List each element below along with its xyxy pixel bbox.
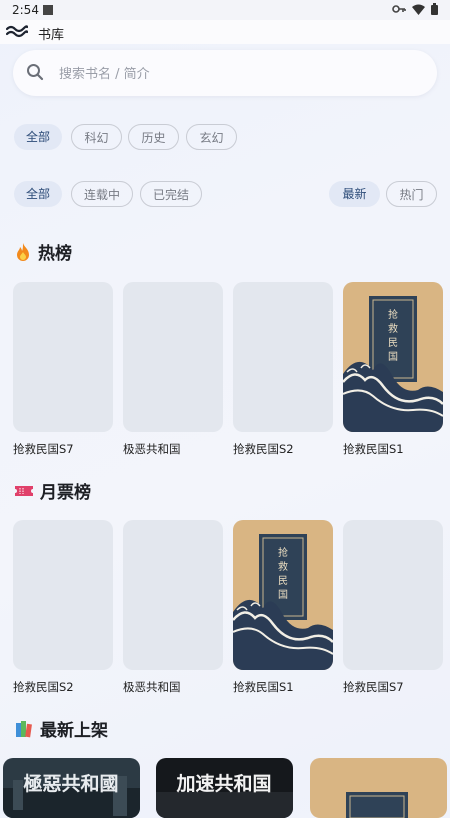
section-title-latest-label: 最新上架 [40,721,108,741]
vpn-key-icon [392,5,406,13]
book-title: 抢救民国S7 [13,442,74,456]
cover-text: 民 [388,337,398,349]
status-chip-all[interactable]: 全部 [14,181,62,207]
status-chip-ongoing[interactable]: 连载中 [71,181,133,207]
search-input[interactable] [57,62,421,86]
fire-icon [17,242,29,261]
cover-text: 加速共和国 [175,772,271,795]
book-title: 抢救民国S1 [343,442,404,456]
book-card[interactable]: 極惡共和國 [3,758,140,818]
genre-chip-history[interactable]: 历史 [128,124,179,150]
section-title-monthly: 月票榜 [14,478,91,503]
book-card[interactable]: 抢救民国S2 [13,520,113,695]
book-card[interactable]: 抢救民国S7 [343,520,443,695]
book-cover-placeholder [343,520,443,670]
book-card[interactable]: 加速共和国 [156,758,293,818]
book-title: 抢救民国S1 [233,680,294,694]
status-chip-completed[interactable]: 已完结 [140,181,202,207]
genre-chip-fantasy[interactable]: 玄幻 [186,124,237,150]
book-title: 抢救民国S2 [13,680,74,694]
section-title-latest: 最新上架 [14,716,108,741]
book-card[interactable]: 抢救民国S2 [233,282,333,457]
cover-text: 国 [278,589,288,601]
app-bar: 书库 [0,20,450,44]
genre-chip-scifi[interactable]: 科幻 [71,124,122,150]
notification-icon [43,5,53,15]
book-title: 极恶共和国 [123,680,181,694]
app-title: 书库 [38,28,65,43]
section-title-hot-label: 热榜 [38,244,72,264]
cover-text: 抢 [388,308,398,321]
search-icon [27,64,44,81]
book-cover-placeholder [123,282,223,432]
search-bar[interactable] [13,50,437,96]
genre-chip-all[interactable]: 全部 [14,124,62,150]
book-cover-placeholder [13,282,113,432]
sort-chip-latest[interactable]: 最新 [329,181,380,207]
status-bar: 2:54 [0,0,450,20]
battery-icon [431,3,438,15]
book-card[interactable]: 极恶共和国 [123,520,223,695]
book-card[interactable]: 抢救民国S7 [13,282,113,457]
cover-text: 救 [278,560,288,573]
book-cover-placeholder [123,520,223,670]
books-icon [16,720,32,737]
section-title-monthly-label: 月票榜 [40,483,91,503]
book-title: 抢救民国S7 [343,680,404,694]
cover-text: 抢 [278,546,288,559]
book-card[interactable]: 抢 救 民 国 抢救民国S1 [343,282,443,457]
book-cover-placeholder [13,520,113,670]
book-cover-image: 抢 救 民 国 [343,282,443,432]
book-card[interactable] [310,758,447,818]
cover-text: 救 [388,322,398,335]
cover-text: 国 [388,351,398,363]
sort-chip-hot[interactable]: 热门 [386,181,437,207]
book-title: 抢救民国S2 [233,442,294,456]
book-cover-image: 抢 救 民 国 [233,520,333,670]
ticket-icon [15,485,33,496]
status-time: 2:54 [12,3,39,17]
book-cover-placeholder [233,282,333,432]
section-title-hot: 热榜 [14,239,72,264]
book-card[interactable]: 极恶共和国 [123,282,223,457]
wifi-icon [412,4,425,15]
cover-text: 民 [278,575,288,587]
book-title: 极恶共和国 [123,442,181,456]
cover-text: 極惡共和國 [23,772,118,795]
book-card[interactable]: 抢 救 民 国 抢救民国S1 [233,520,333,695]
wave-logo-icon [6,25,28,38]
